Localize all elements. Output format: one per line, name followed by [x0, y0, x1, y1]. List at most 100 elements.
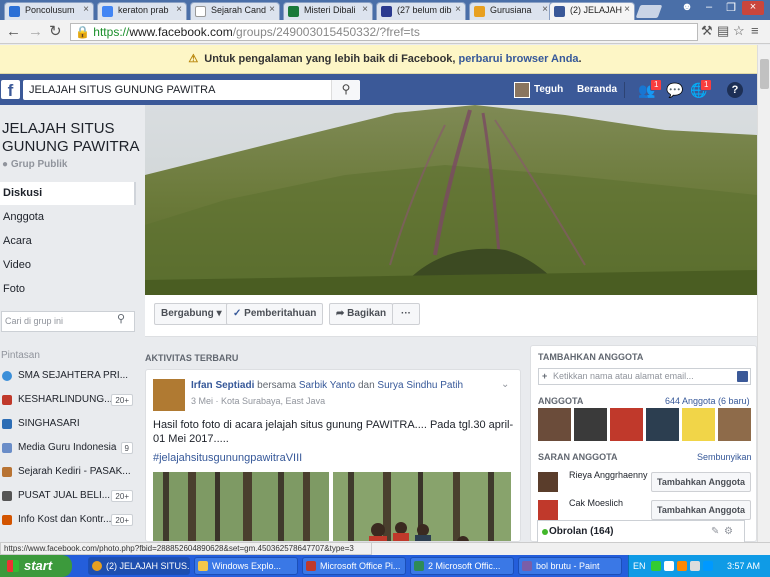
members-count-link[interactable]: 644 Anggota (6 baru) — [665, 396, 750, 406]
keyboard-icon[interactable] — [737, 371, 748, 382]
member-thumbnail[interactable] — [646, 408, 679, 441]
hide-suggestions-link[interactable]: Sembunyikan — [697, 452, 752, 462]
group-nav-photos[interactable]: Foto — [0, 278, 136, 301]
browser-tab[interactable]: Misteri Dibali × — [283, 2, 373, 20]
facebook-search-input[interactable]: JELAJAH SITUS GUNUNG PAWITRA — [23, 80, 360, 100]
shortcut-item[interactable]: Info Kost dan Kontr... 20+ — [0, 511, 136, 529]
close-icon[interactable]: × — [83, 4, 89, 15]
shortcut-item[interactable]: Sejarah Kediri - PASAK... — [0, 463, 136, 481]
new-tab-button[interactable] — [635, 5, 663, 18]
avatar[interactable] — [538, 500, 558, 520]
close-icon[interactable]: × — [455, 4, 461, 15]
notifications-button[interactable]: ✓ Pemberitahuan — [226, 303, 324, 325]
tray-icon[interactable] — [677, 561, 687, 571]
start-button[interactable]: start — [0, 555, 72, 577]
post-author-link[interactable]: Irfan Septiadi — [191, 380, 254, 391]
member-thumbnail[interactable] — [718, 408, 751, 441]
tagged-user-link[interactable]: Sarbik Yanto — [299, 380, 355, 391]
member-thumbnail[interactable] — [538, 408, 571, 441]
close-icon[interactable]: × — [542, 4, 548, 15]
help-icon[interactable]: ? — [727, 82, 743, 98]
shortcut-item[interactable]: KESHARLINDUNG... 20+ — [0, 391, 136, 409]
browser-tab[interactable]: Poncolusum × — [4, 2, 94, 20]
minimize-icon[interactable]: – — [698, 1, 720, 15]
post-photo[interactable] — [153, 472, 511, 541]
compose-icon[interactable]: ✎ — [711, 521, 719, 543]
avatar[interactable] — [538, 472, 558, 492]
close-icon[interactable]: × — [176, 4, 182, 15]
more-options-button[interactable]: ··· — [392, 303, 420, 325]
tagged-user-link[interactable]: Surya Sindhu Patih — [377, 380, 463, 391]
clock[interactable]: 3:57 AM — [727, 555, 760, 577]
taskbar-item[interactable]: 2 Microsoft Offic... — [410, 557, 514, 575]
translate-icon[interactable]: ▤ — [717, 23, 729, 39]
group-nav-events[interactable]: Acara — [0, 230, 136, 253]
horizontal-scrollbar[interactable] — [372, 542, 770, 555]
restore-icon[interactable]: ❐ — [720, 1, 742, 15]
shortcut-item[interactable]: SINGHASARI — [0, 415, 136, 433]
suggested-member-name[interactable]: Rieya Anggrhaenny — [569, 470, 649, 481]
chat-bar[interactable]: Obrolan (164) ✎ ⚙ — [537, 520, 745, 542]
browser-tab-active[interactable]: (2) JELAJAH × — [549, 2, 635, 20]
group-title[interactable]: JELAJAH SITUS GUNUNG PAWITRA — [2, 120, 142, 156]
notifications-badge: 1 — [700, 79, 713, 91]
scrollbar-thumb[interactable] — [760, 59, 769, 89]
group-nav-videos[interactable]: Video — [0, 254, 136, 277]
star-icon[interactable]: ☆ — [733, 23, 745, 39]
chevron-down-icon[interactable]: ⌄ — [501, 379, 509, 390]
gear-icon[interactable]: ⚙ — [724, 521, 733, 543]
url-bar[interactable]: 🔒 https://www.facebook.com/groups/249003… — [70, 23, 698, 41]
browser-tab[interactable]: keraton prab × — [97, 2, 187, 20]
shortcut-item[interactable]: Media Guru Indonesia 9 — [0, 439, 136, 457]
close-window-icon[interactable]: × — [742, 1, 764, 15]
close-icon[interactable]: × — [269, 4, 275, 15]
group-nav-members[interactable]: Anggota — [0, 206, 136, 229]
browser-tab[interactable]: Gurusiana × — [469, 2, 553, 20]
language-indicator[interactable]: EN — [633, 555, 646, 577]
share-button[interactable]: ➦ Bagikan — [329, 303, 394, 325]
back-icon[interactable]: ← — [6, 23, 21, 40]
suggested-member-name[interactable]: Cak Moeslich — [569, 498, 649, 509]
browser-tab[interactable]: (27 belum dib × — [376, 2, 466, 20]
volume-icon[interactable] — [690, 561, 700, 571]
post-meta[interactable]: 3 Mei · Kota Surabaya, East Java — [191, 396, 325, 406]
home-link[interactable]: Beranda — [577, 82, 617, 98]
member-thumbnail[interactable] — [610, 408, 643, 441]
avatar[interactable] — [153, 379, 185, 411]
close-icon[interactable]: × — [362, 4, 368, 15]
reload-icon[interactable]: ↻ — [49, 23, 62, 40]
facebook-logo[interactable]: f — [1, 80, 20, 100]
tray-icon[interactable] — [664, 561, 674, 571]
shortcut-item[interactable]: SMA SEJAHTERA PRI... — [0, 367, 136, 385]
network-icon[interactable] — [703, 561, 713, 571]
shortcut-item[interactable]: PUSAT JUAL BELI... 20+ — [0, 487, 136, 505]
hashtag-link[interactable]: #jelajahsitusgunungpawitraVIII — [153, 452, 302, 464]
group-sidebar: JELAJAH SITUS GUNUNG PAWITRA ● Grup Publ… — [0, 105, 145, 542]
member-thumbnail[interactable] — [574, 408, 607, 441]
search-icon[interactable]: ⚲ — [331, 80, 360, 100]
member-thumbnail[interactable] — [682, 408, 715, 441]
messages-icon[interactable]: 💬 — [666, 81, 683, 99]
add-member-input[interactable]: + Ketikkan nama atau alamat email... — [538, 368, 751, 385]
add-member-button[interactable]: Tambahkan Anggota — [650, 500, 751, 520]
vertical-scrollbar[interactable] — [757, 45, 770, 542]
taskbar-item[interactable]: Microsoft Office Pi... — [302, 557, 406, 575]
user-icon[interactable]: ☻ — [676, 1, 698, 15]
profile-link[interactable]: Teguh — [514, 82, 563, 98]
taskbar-item[interactable]: Windows Explo... — [194, 557, 298, 575]
update-browser-link[interactable]: perbarui browser Anda — [459, 53, 579, 65]
forward-icon[interactable]: → — [28, 23, 43, 40]
close-icon[interactable]: × — [624, 4, 630, 15]
menu-icon[interactable]: ≡ — [751, 23, 759, 38]
group-cover-photo[interactable] — [145, 105, 757, 295]
add-member-button[interactable]: Tambahkan Anggota — [650, 472, 751, 492]
group-search-input[interactable]: Cari di grup ini — [1, 311, 135, 332]
join-group-button[interactable]: Bergabung ▾ — [154, 303, 229, 325]
tray-icon[interactable] — [651, 561, 661, 571]
taskbar-item[interactable]: (2) JELAJAH SITUS... — [88, 557, 190, 575]
search-icon[interactable]: ⚲ — [117, 312, 125, 325]
group-nav-discussion[interactable]: Diskusi — [0, 182, 136, 205]
wrench-icon[interactable]: ⚒ — [701, 23, 713, 39]
taskbar-item[interactable]: bol brutu - Paint — [518, 557, 622, 575]
browser-tab[interactable]: Sejarah Cand × — [190, 2, 280, 20]
